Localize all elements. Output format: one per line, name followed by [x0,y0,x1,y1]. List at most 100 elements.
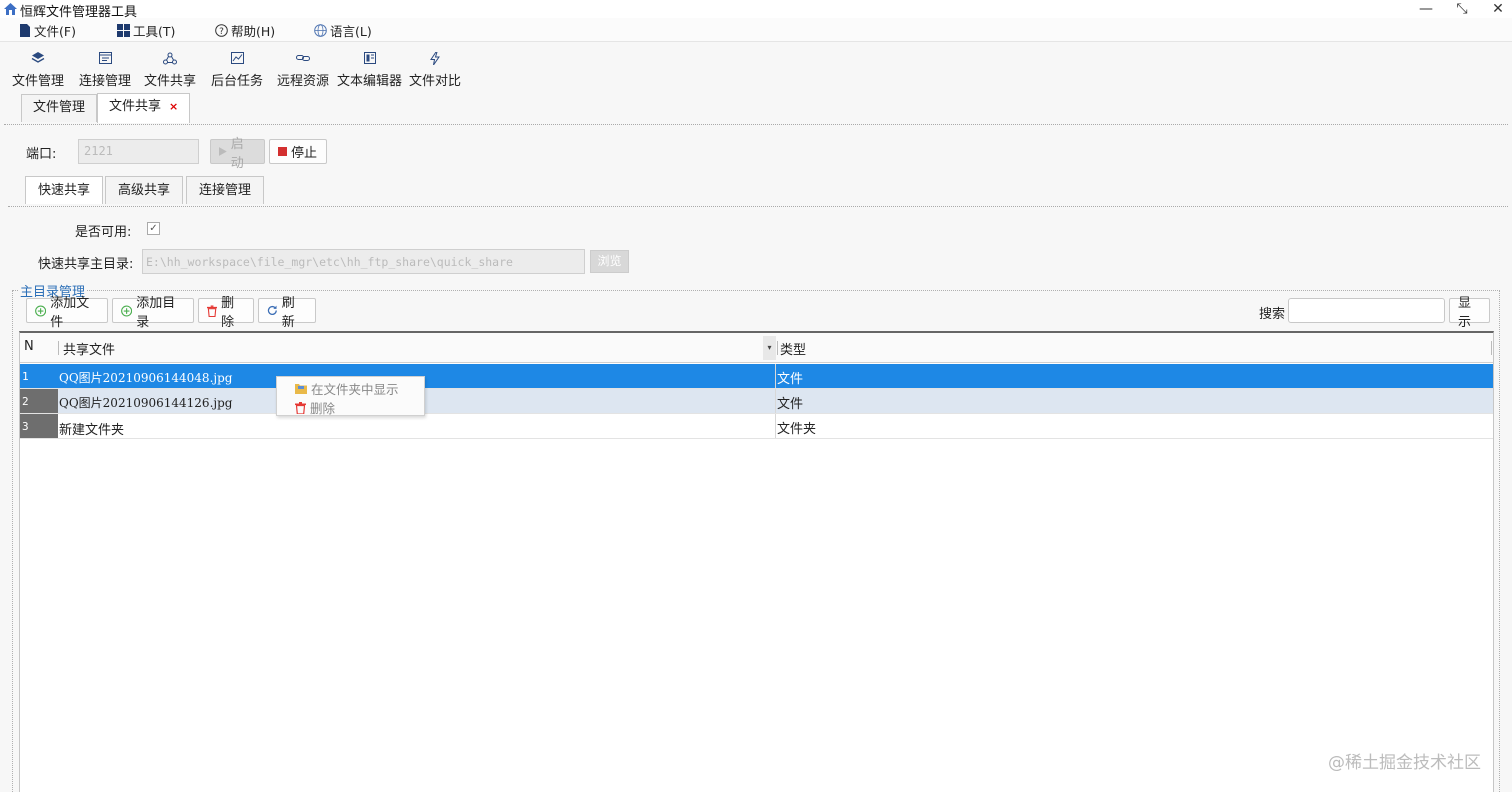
restore-button[interactable]: ⤡ [1450,0,1474,18]
subtab-advanced-share[interactable]: 高级共享 [105,176,183,204]
menu-tools[interactable]: 工具(T) [117,21,175,40]
help-icon: ? [215,24,228,37]
svg-text:?: ? [219,27,224,37]
tab-file-share[interactable]: 文件共享 × [97,93,191,123]
ctx-delete[interactable]: 删除 [295,398,335,417]
subtab-connection-manager-label: 连接管理 [198,183,251,198]
file-icon [20,24,30,37]
tab-divider [4,124,1508,125]
show-button[interactable]: 显示 [1449,296,1490,330]
menu-bar: 文件(F) 工具(T) ? 帮助(H) 语言(L) [0,18,1512,42]
column-separator [58,341,59,355]
toolbar-background-tasks-label: 后台任务 [211,74,264,89]
table-row[interactable]: 1 QQ图片20210906144048.jpg 文件 [20,364,1493,389]
subtab-quick-share[interactable]: 快速共享 [25,176,103,204]
toolbar-file-share-label: 文件共享 [144,74,197,89]
table-header: N 共享文件 ▾ 类型 [20,333,1493,363]
share-dir-label: 快速共享主目录: [38,257,134,272]
globe-icon [314,24,327,37]
search-input[interactable] [1288,298,1445,323]
delete-label: 删除 [221,295,235,330]
toolbar-remote-resources-label: 远程资源 [277,74,330,89]
play-icon [219,147,227,156]
refresh-icon [267,305,277,315]
editor-icon [362,50,378,66]
subtab-quick-share-label: 快速共享 [37,183,90,198]
port-label: 端口: [26,147,57,162]
refresh-button[interactable]: 刷新 [258,296,316,330]
toolbar-file-compare-label: 文件对比 [409,74,462,89]
share-dir-input[interactable]: E:\hh_workspace\file_mgr\etc\hh_ftp_shar… [142,249,585,274]
add-circle-icon [121,304,133,317]
ctx-show-in-folder-label: 在文件夹中显示 [311,382,399,397]
row-file-name: QQ图片20210906144126.jpg [59,396,233,410]
close-button[interactable]: ✕ [1486,0,1510,18]
menu-help-label: 帮助(H) [231,24,276,39]
watermark: @稀土掘金技术社区 [1328,753,1481,773]
row-file-type: 文件 [777,397,804,412]
add-dir-button[interactable]: 添加目录 [112,296,194,330]
menu-help[interactable]: ? 帮助(H) [215,21,275,40]
subtab-connection-manager[interactable]: 连接管理 [186,176,264,204]
shared-files-table: N 共享文件 ▾ 类型 1 QQ图片20210906144048.jpg 文件 … [19,331,1494,792]
share-icon [162,50,178,66]
toolbar-text-editor[interactable]: 文本编辑器 [337,50,402,89]
toolbar-file-manager[interactable]: 文件管理 [12,50,64,89]
cell-separator [775,414,776,438]
tab-file-manager-label: 文件管理 [33,100,86,115]
column-header-type[interactable]: 类型 [780,339,806,358]
context-menu: 在文件夹中显示 删除 [276,376,425,416]
toolbar-connection-manager[interactable]: 连接管理 [79,50,131,89]
add-file-button[interactable]: 添加文件 [26,296,108,330]
row-number: 1 [20,364,58,388]
layers-icon [30,50,46,66]
stop-button[interactable]: 停止 [269,139,327,164]
row-file-type: 文件 [777,372,804,387]
enabled-checkbox[interactable]: ✓ [147,222,160,235]
toolbar-remote-resources[interactable]: 远程资源 [277,50,329,89]
menu-tools-label: 工具(T) [133,24,176,39]
stop-button-label: 停止 [291,146,318,161]
ctx-show-in-folder[interactable]: 在文件夹中显示 [295,379,399,398]
refresh-label: 刷新 [281,295,295,330]
browse-button[interactable]: 浏览 [590,250,629,273]
table-row[interactable]: 3 新建文件夹 文件夹 [20,414,1493,439]
search-label: 搜索 [1259,307,1286,322]
cell-separator [775,389,776,413]
menu-language-label: 语言(L) [330,24,372,39]
start-button[interactable]: 启动 [210,137,265,171]
menu-file-label: 文件(F) [34,24,76,39]
connect-icon [97,50,113,66]
title-bar: 恒辉文件管理器工具 — ⤡ ✕ [0,0,1512,20]
column-header-file[interactable]: 共享文件 [63,339,115,358]
table-row[interactable]: 2 QQ图片20210906144126.jpg 文件 [20,389,1493,414]
tab-file-share-label: 文件共享 [109,99,162,114]
folder-icon [295,384,307,394]
row-file-type: 文件夹 [777,422,817,437]
app-home-icon [4,3,17,15]
column-separator [777,341,778,355]
add-dir-label: 添加目录 [136,295,176,330]
menu-language[interactable]: 语言(L) [314,21,372,40]
chart-icon [229,50,245,66]
port-input[interactable]: 2121 [78,139,199,164]
show-button-label: 显示 [1458,295,1472,330]
toolbar-text-editor-label: 文本编辑器 [337,74,403,89]
start-button-label: 启动 [230,136,244,171]
toolbar-background-tasks[interactable]: 后台任务 [211,50,263,89]
tab-file-manager[interactable]: 文件管理 [21,94,98,122]
link-icon [295,50,311,66]
tab-close-icon[interactable]: × [169,100,178,113]
trash-icon [295,401,306,414]
grid-icon [117,24,130,37]
delete-button[interactable]: 删除 [198,296,254,330]
minimize-button[interactable]: — [1414,0,1438,18]
menu-file[interactable]: 文件(F) [19,21,76,40]
row-file-name: 新建文件夹 [59,423,125,438]
column-header-n[interactable]: N [24,339,34,354]
sort-dropdown-icon[interactable]: ▾ [763,336,776,360]
toolbar-file-share[interactable]: 文件共享 [144,50,196,89]
ctx-delete-label: 删除 [310,401,336,416]
enabled-label: 是否可用: [75,225,132,240]
toolbar-file-compare[interactable]: 文件对比 [409,50,461,89]
